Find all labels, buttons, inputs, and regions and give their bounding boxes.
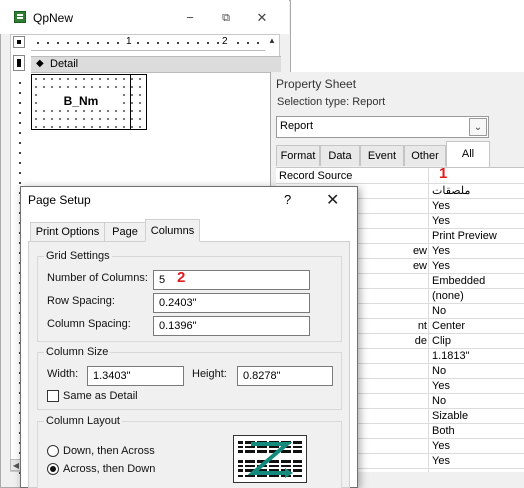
property-name: Record Source bbox=[279, 170, 353, 182]
horizontal-ruler[interactable] bbox=[31, 36, 265, 51]
property-value[interactable]: No bbox=[432, 304, 446, 319]
across-then-down-radio[interactable] bbox=[47, 463, 59, 475]
row-spacing-field[interactable]: 0.2403" bbox=[153, 293, 310, 313]
detail-width-line bbox=[130, 74, 131, 130]
dialog-title: Page Setup bbox=[28, 193, 91, 207]
down-then-across-label: Down, then Across bbox=[63, 445, 155, 457]
property-value[interactable]: Embedded bbox=[432, 274, 485, 289]
row-spacing-label: Row Spacing: bbox=[47, 295, 115, 307]
tab-print-options[interactable]: Print Options bbox=[30, 222, 105, 242]
property-value[interactable]: Both bbox=[432, 424, 455, 439]
tab-data[interactable]: Data bbox=[320, 145, 360, 166]
property-value[interactable]: Yes bbox=[432, 199, 450, 214]
annotation-1: 1 bbox=[439, 165, 448, 182]
report-icon bbox=[14, 11, 26, 23]
property-value[interactable]: Yes bbox=[432, 379, 450, 394]
chevron-down-icon[interactable]: ⌄ bbox=[469, 118, 487, 136]
property-value[interactable]: Yes bbox=[432, 244, 450, 259]
tab-event[interactable]: Event bbox=[360, 145, 404, 166]
number-of-columns-label: Number of Columns: bbox=[47, 272, 148, 284]
report-window-title: QpNew bbox=[33, 11, 74, 25]
ruler-scroll-icon[interactable]: ▲ bbox=[268, 36, 278, 48]
same-as-detail-label: Same as Detail bbox=[63, 390, 138, 402]
tab-other[interactable]: Other bbox=[404, 145, 446, 166]
close-icon[interactable]: ✕ bbox=[250, 11, 274, 25]
height-label: Height: bbox=[192, 368, 227, 380]
property-value[interactable]: Center bbox=[432, 319, 465, 334]
property-value[interactable]: Yes bbox=[432, 454, 450, 469]
dialog-close-button[interactable]: ✕ bbox=[326, 190, 339, 210]
detail-section-label: Detail bbox=[50, 58, 79, 70]
report-selector-button[interactable] bbox=[13, 36, 25, 48]
selection-type-label: Selection type: Report bbox=[277, 96, 386, 108]
object-selector-value: Report bbox=[280, 120, 314, 132]
property-value[interactable]: Sizable bbox=[432, 409, 468, 424]
tab-page[interactable]: Page bbox=[104, 222, 146, 242]
property-sheet-title: Property Sheet bbox=[276, 77, 357, 91]
ruler-number-2: 2 bbox=[221, 36, 229, 47]
across-then-down-label: Across, then Down bbox=[63, 463, 156, 475]
property-value[interactable]: ملصقات bbox=[432, 184, 470, 199]
section-arrow-icon: ◆ bbox=[36, 58, 44, 69]
property-value[interactable]: No bbox=[432, 394, 446, 409]
tab-all[interactable]: All bbox=[446, 141, 490, 167]
property-value[interactable]: (none) bbox=[432, 289, 464, 304]
property-value[interactable]: 1.1813" bbox=[432, 349, 470, 364]
restore-icon[interactable]: ⧉ bbox=[214, 11, 238, 25]
column-layout-preview-icon bbox=[233, 435, 307, 483]
width-label: Width: bbox=[47, 368, 79, 380]
tab-columns[interactable]: Columns bbox=[145, 219, 200, 242]
column-spacing-label: Column Spacing: bbox=[47, 318, 131, 330]
property-value[interactable]: Yes bbox=[432, 439, 450, 454]
tab-format[interactable]: Format bbox=[276, 145, 320, 166]
property-grid-divider bbox=[428, 168, 429, 472]
down-then-across-radio[interactable] bbox=[47, 445, 59, 457]
column-layout-title: Column Layout bbox=[44, 415, 122, 427]
grid-settings-title: Grid Settings bbox=[44, 250, 112, 262]
property-value[interactable]: Yes bbox=[432, 259, 450, 274]
property-value[interactable]: Yes bbox=[432, 214, 450, 229]
column-size-title: Column Size bbox=[44, 346, 111, 358]
property-value[interactable]: No bbox=[432, 364, 446, 379]
annotation-2: 2 bbox=[177, 269, 186, 286]
same-as-detail-checkbox[interactable] bbox=[47, 390, 59, 402]
field-label-b-nm[interactable]: B_Nm bbox=[42, 94, 120, 108]
help-button[interactable]: ? bbox=[284, 192, 291, 207]
height-field[interactable]: 0.8278" bbox=[237, 366, 333, 386]
minimize-icon[interactable]: − bbox=[178, 11, 202, 25]
property-value[interactable]: Print Preview bbox=[432, 229, 497, 244]
width-field[interactable]: 1.3403" bbox=[87, 366, 184, 386]
section-selector-button[interactable] bbox=[13, 55, 25, 71]
column-spacing-field[interactable]: 0.1396" bbox=[153, 316, 310, 336]
property-value[interactable]: Clip bbox=[432, 334, 451, 349]
ruler-number-1: 1 bbox=[125, 36, 133, 47]
